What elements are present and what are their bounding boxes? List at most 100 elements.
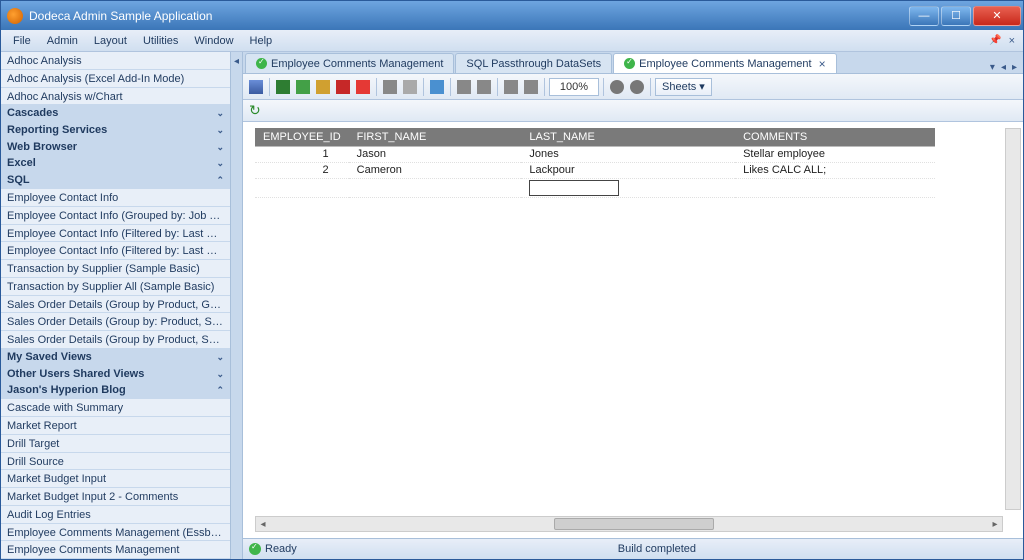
cell-first[interactable]: Jason — [349, 146, 522, 162]
tab-employee-comments-2[interactable]: Employee Comments Management × — [613, 53, 836, 73]
zoom-out-button[interactable] — [628, 78, 646, 96]
nav-header-webbrowser[interactable]: Web Browser⌄ — [1, 139, 230, 156]
zoom-value[interactable]: 100% — [549, 78, 599, 96]
scroll-right-icon[interactable]: ▸ — [988, 519, 1002, 530]
layout-button[interactable] — [522, 78, 540, 96]
zoom-out-icon — [630, 80, 644, 94]
minimize-button[interactable]: — — [909, 6, 939, 26]
cell-comments[interactable]: Stellar employee — [735, 146, 935, 162]
nav-header-mysaved[interactable]: My Saved Views⌄ — [1, 349, 230, 366]
nav-header-label: Reporting Services — [7, 123, 107, 138]
cell-id[interactable]: 1 — [255, 146, 349, 162]
cell-id[interactable]: 2 — [255, 162, 349, 178]
nav-item[interactable]: Market Report — [1, 417, 230, 435]
nav-item[interactable]: Transaction by Supplier (Sample Basic) — [1, 260, 230, 278]
cell-empty[interactable] — [735, 178, 935, 197]
nav-item[interactable]: Market Budget Input 2 - Comments — [1, 488, 230, 506]
separator — [376, 78, 377, 96]
table-row-empty[interactable] — [255, 178, 935, 197]
nav-header-blog[interactable]: Jason's Hyperion Blog⌃ — [1, 383, 230, 400]
print-button[interactable] — [381, 78, 399, 96]
separator — [423, 78, 424, 96]
nav-item[interactable]: Employee Comments Management — [1, 541, 230, 559]
nav-header-sql[interactable]: SQL⌃ — [1, 172, 230, 189]
menu-window[interactable]: Window — [186, 33, 241, 49]
scrollbar-thumb[interactable] — [554, 518, 714, 530]
col-comments[interactable]: COMMENTS — [735, 128, 935, 146]
nav-item[interactable]: Adhoc Analysis (Excel Add-In Mode) — [1, 70, 230, 88]
cell-last[interactable]: Lackpour — [521, 162, 735, 178]
menu-utilities[interactable]: Utilities — [135, 33, 186, 49]
nav-item[interactable]: Adhoc Analysis w/Chart — [1, 88, 230, 106]
sheets-label: Sheets — [662, 81, 696, 93]
grid-button[interactable] — [502, 78, 520, 96]
menu-layout[interactable]: Layout — [86, 33, 135, 49]
zoom-in-button[interactable] — [608, 78, 626, 96]
cell-empty[interactable] — [349, 178, 522, 197]
col-employee-id[interactable]: EMPLOYEE_ID — [255, 128, 349, 146]
menu-file[interactable]: File — [5, 33, 39, 49]
tab-next-icon[interactable]: ▸ — [1010, 62, 1019, 73]
nav-header-othershared[interactable]: Other Users Shared Views⌄ — [1, 366, 230, 383]
nav-item[interactable]: Sales Order Details (Group by Product, G… — [1, 296, 230, 314]
nav-item[interactable]: Audit Log Entries — [1, 506, 230, 524]
nav-item[interactable]: Employee Contact Info (Grouped by: Job T… — [1, 207, 230, 225]
nav-item[interactable]: Transaction by Supplier All (Sample Basi… — [1, 278, 230, 296]
cell-last[interactable]: Jones — [521, 146, 735, 162]
separator — [603, 78, 604, 96]
export-xls-button[interactable] — [274, 78, 292, 96]
cell-comments[interactable]: Likes CALC ALL; — [735, 162, 935, 178]
menu-help[interactable]: Help — [242, 33, 281, 49]
nav-item[interactable]: Cascade with Summary — [1, 399, 230, 417]
nav-header-reporting[interactable]: Reporting Services⌄ — [1, 122, 230, 139]
status-bar: Ready Build completed — [243, 538, 1023, 559]
nav-item[interactable]: Employee Contact Info (Filtered by: Last… — [1, 225, 230, 243]
save-button[interactable] — [247, 78, 265, 96]
nav-header-cascades[interactable]: Cascades⌄ — [1, 105, 230, 122]
close-button[interactable]: ✕ — [973, 6, 1021, 26]
table-row[interactable]: 2 Cameron Lackpour Likes CALC ALL; — [255, 162, 935, 178]
nav-item[interactable]: Employee Contact Info — [1, 189, 230, 207]
cell-first[interactable]: Cameron — [349, 162, 522, 178]
tab-employee-comments-1[interactable]: Employee Comments Management — [245, 53, 454, 73]
nav-item[interactable]: Sales Order Details (Group by: Product, … — [1, 313, 230, 331]
cell-selected[interactable] — [521, 178, 735, 197]
panel-close-icon[interactable]: × — [1005, 35, 1019, 47]
nav-item[interactable]: Adhoc Analysis — [1, 52, 230, 70]
col-last-name[interactable]: LAST_NAME — [521, 128, 735, 146]
pdf-icon — [336, 80, 350, 94]
horizontal-scrollbar[interactable]: ◂ ▸ — [255, 516, 1003, 532]
nav-item[interactable]: Sales Order Details (Group by Product, S… — [1, 331, 230, 349]
tab-prev-icon[interactable]: ◂ — [999, 62, 1008, 73]
tab-close-icon[interactable]: × — [819, 57, 826, 71]
table-row[interactable]: 1 Jason Jones Stellar employee — [255, 146, 935, 162]
sidebar-collapse-handle[interactable]: ◂ — [231, 52, 243, 559]
cell-empty[interactable] — [255, 178, 349, 197]
export-pdf-button[interactable] — [334, 78, 352, 96]
col-first-name[interactable]: FIRST_NAME — [349, 128, 522, 146]
scroll-left-icon[interactable]: ◂ — [256, 519, 270, 530]
workspace: EMPLOYEE_ID FIRST_NAME LAST_NAME COMMENT… — [243, 122, 1023, 538]
sort-desc-icon — [477, 80, 491, 94]
nav-item[interactable]: Market Budget Input — [1, 470, 230, 488]
sheets-dropdown[interactable]: Sheets▾ — [655, 78, 712, 96]
export-pdf2-button[interactable] — [354, 78, 372, 96]
nav-header-excel[interactable]: Excel⌄ — [1, 156, 230, 173]
tab-sql-passthrough[interactable]: SQL Passthrough DataSets — [455, 53, 612, 73]
vertical-scrollbar[interactable] — [1005, 128, 1021, 510]
export-copy-button[interactable] — [314, 78, 332, 96]
sort-asc-button[interactable] — [455, 78, 473, 96]
maximize-button[interactable]: ☐ — [941, 6, 971, 26]
nav-item[interactable]: Drill Target — [1, 435, 230, 453]
refresh-button[interactable]: ↻ — [249, 102, 261, 119]
nav-item[interactable]: Employee Comments Management (Essbase Vi… — [1, 524, 230, 542]
tab-dropdown-icon[interactable]: ▾ — [988, 62, 997, 73]
panel-pin-icon[interactable]: 📌 — [986, 35, 1004, 46]
menu-admin[interactable]: Admin — [39, 33, 86, 49]
nav-item[interactable]: Employee Contact Info (Filtered by: Last… — [1, 242, 230, 260]
nav-item[interactable]: Drill Source — [1, 453, 230, 471]
print-preview-button[interactable] — [401, 78, 419, 96]
export-xlsx-button[interactable] — [294, 78, 312, 96]
chart-button[interactable] — [428, 78, 446, 96]
sort-desc-button[interactable] — [475, 78, 493, 96]
